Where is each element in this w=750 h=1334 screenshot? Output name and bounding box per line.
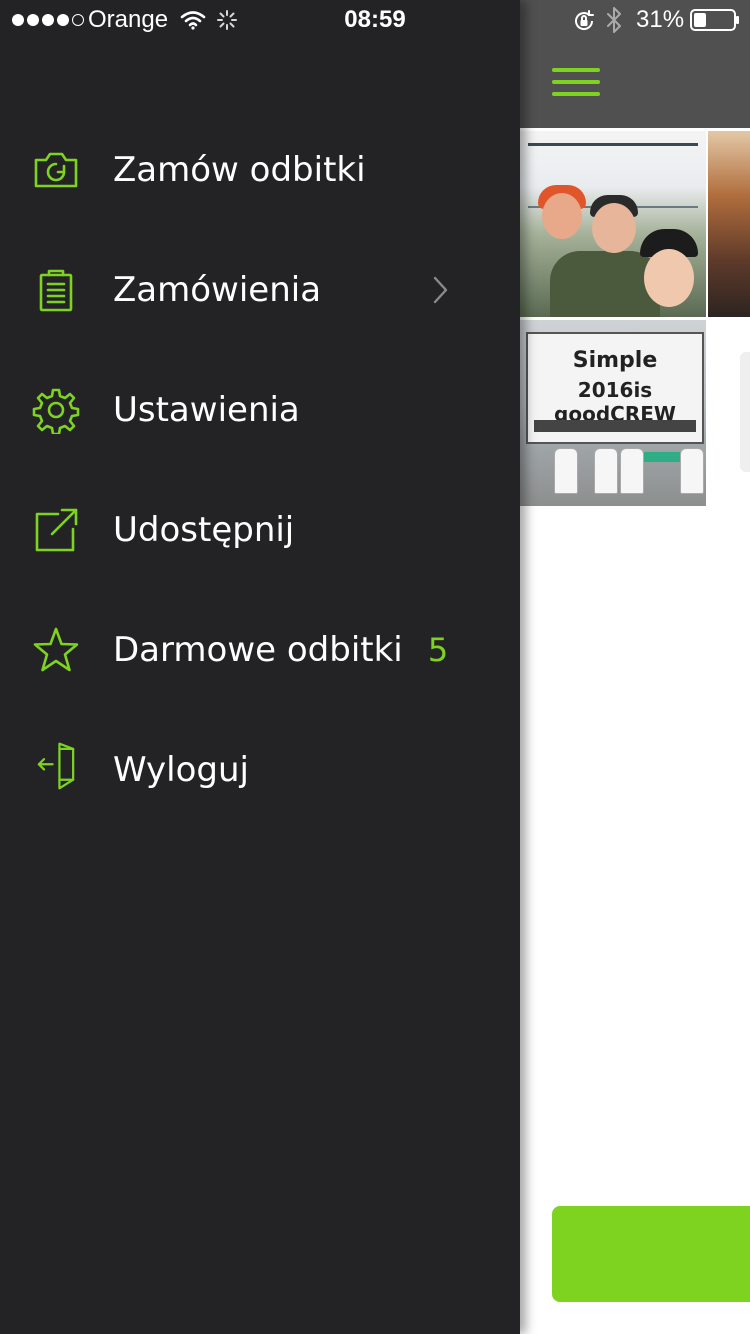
menu-item-orders[interactable]: Zamówienia <box>0 235 520 345</box>
status-bar: Orange 08:59 31% <box>0 0 750 40</box>
free-prints-count-badge: 5 <box>427 631 449 669</box>
photo-thumbnail[interactable]: Simple 2016is goodCREW <box>520 320 706 506</box>
photo-board-text: 2016is goodCREW <box>554 378 676 426</box>
menu-item-logout[interactable]: Wyloguj <box>0 715 520 825</box>
menu-item-label: Zamów odbitki <box>113 150 366 190</box>
menu-item-settings[interactable]: Ustawienia <box>0 355 520 465</box>
photo-thumbnail[interactable] <box>520 131 706 317</box>
menu-item-order-prints[interactable]: Zamów odbitki <box>0 115 520 225</box>
star-icon <box>32 626 80 674</box>
bluetooth-icon <box>606 7 622 33</box>
hamburger-icon[interactable] <box>552 68 600 96</box>
menu-item-share[interactable]: Udostępnij <box>0 475 520 585</box>
rotation-lock-icon <box>572 9 596 33</box>
photo-thumbnail[interactable] <box>708 131 750 317</box>
menu-item-free-prints[interactable]: Darmowe odbitki 5 <box>0 595 520 705</box>
menu-item-label: Udostępnij <box>113 510 295 550</box>
menu-item-label: Zamówienia <box>113 270 322 310</box>
battery-icon <box>690 9 740 31</box>
chevron-right-icon <box>430 275 450 305</box>
clipboard-icon <box>32 266 80 314</box>
side-drawer: Zamów odbitki Zamówienia Ustawienia Udos… <box>0 0 520 1334</box>
menu-item-label: Darmowe odbitki <box>113 630 403 670</box>
share-icon <box>32 506 80 554</box>
photo-board-text: Simple <box>572 348 658 373</box>
menu-item-label: Wyloguj <box>113 750 249 790</box>
menu-item-label: Ustawienia <box>113 390 300 430</box>
battery-percentage: 31% <box>636 6 685 33</box>
logout-door-icon <box>32 742 80 798</box>
photo-card-edge <box>740 352 750 472</box>
camera-icon <box>32 146 80 194</box>
main-view: Simple 2016is goodCREW <box>520 0 750 1334</box>
order-button[interactable] <box>552 1206 750 1302</box>
gear-icon <box>32 386 80 434</box>
